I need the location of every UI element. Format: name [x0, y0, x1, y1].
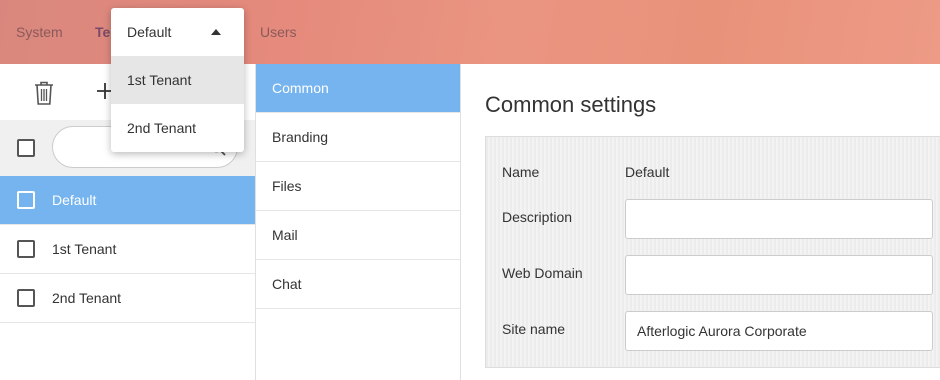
- site-name-field[interactable]: Afterlogic Aurora Corporate: [625, 311, 933, 351]
- tab-branding[interactable]: Branding: [256, 113, 460, 162]
- web-domain-label: Web Domain: [502, 265, 583, 281]
- tab-label: Files: [272, 178, 302, 194]
- nav-system[interactable]: System: [16, 24, 63, 40]
- dropdown-option[interactable]: 1st Tenant: [111, 56, 244, 104]
- tab-files[interactable]: Files: [256, 162, 460, 211]
- dropdown-option-label: 2nd Tenant: [127, 120, 197, 136]
- tab-label: Common: [272, 80, 329, 96]
- trash-icon[interactable]: [32, 80, 56, 106]
- dropdown-option-label: 1st Tenant: [127, 72, 192, 88]
- tenant-label: Default: [52, 192, 97, 208]
- settings-form: Name Default Description Web Domain Site…: [485, 136, 940, 368]
- tenant-checkbox[interactable]: [17, 240, 35, 258]
- tab-chat[interactable]: Chat: [256, 260, 460, 309]
- tenant-checkbox[interactable]: [17, 191, 35, 209]
- tab-label: Mail: [272, 227, 298, 243]
- tenant-row[interactable]: Default: [0, 176, 255, 225]
- tenant-label: 1st Tenant: [52, 241, 117, 257]
- description-field[interactable]: [625, 199, 933, 239]
- tab-common[interactable]: Common: [256, 64, 460, 113]
- tenant-selector-value: Default: [127, 24, 172, 40]
- tenant-checkbox[interactable]: [17, 289, 35, 307]
- tab-mail[interactable]: Mail: [256, 211, 460, 260]
- tenant-row[interactable]: 2nd Tenant: [0, 274, 255, 323]
- tab-label: Chat: [272, 276, 302, 292]
- dropdown-option[interactable]: 2nd Tenant: [111, 104, 244, 152]
- tenant-row[interactable]: 1st Tenant: [0, 225, 255, 274]
- site-name-label: Site name: [502, 321, 566, 337]
- description-label: Description: [502, 209, 573, 225]
- tenant-label: 2nd Tenant: [52, 290, 122, 306]
- tab-label: Branding: [272, 129, 329, 145]
- nav-users[interactable]: Users: [260, 24, 297, 40]
- caret-up-icon[interactable]: [211, 29, 221, 35]
- name-label: Name: [502, 164, 540, 180]
- settings-tabs: Common Branding Files Mail Chat: [256, 64, 461, 380]
- select-all-checkbox[interactable]: [17, 139, 35, 157]
- nav-tenants[interactable]: Te: [95, 24, 110, 40]
- name-value: Default: [625, 164, 670, 180]
- page-title: Common settings: [485, 92, 657, 117]
- tenant-selector[interactable]: Default: [111, 8, 244, 56]
- web-domain-field[interactable]: [625, 255, 933, 295]
- tenant-selector-dropdown[interactable]: Default 1st Tenant 2nd Tenant: [111, 8, 244, 152]
- settings-content: Common settings Name Default Description…: [461, 64, 940, 380]
